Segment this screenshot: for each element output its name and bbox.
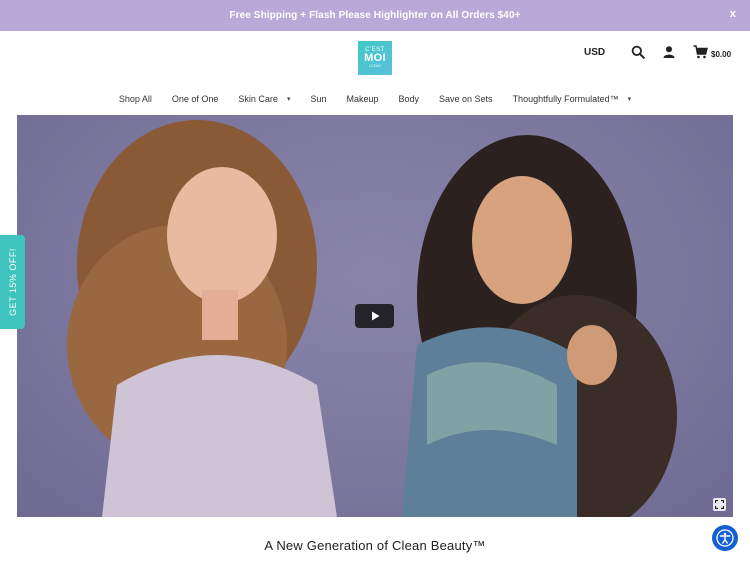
announcement-bar: Free Shipping + Flash Please Highlighter… [0,0,750,31]
nav-item-thoughtfully-formulated[interactable]: Thoughtfully Formulated™ ▾ [513,94,632,104]
nav-label: Skin Care [238,94,278,104]
discount-side-tab[interactable]: GET 15% OFF! [0,235,25,329]
play-button[interactable] [355,304,394,328]
nav-label: Thoughtfully Formulated™ [512,94,619,104]
nav-label: One of One [171,94,219,104]
accessibility-button[interactable] [712,525,738,551]
accessibility-icon [716,529,734,547]
brand-logo[interactable]: C'EST MOI CLEAN [358,41,392,75]
nav-label: Sun [310,94,327,104]
currency-selector[interactable]: USD [584,47,605,58]
nav-item-save-on-sets[interactable]: Save on Sets [439,94,493,104]
search-icon[interactable] [631,45,645,59]
nav-label: Shop All [118,94,152,104]
fullscreen-icon[interactable] [713,498,726,511]
hero-headline: A New Generation of Clean Beauty™ [264,538,486,553]
announcement-text: Free Shipping + Flash Please Highlighter… [229,10,521,21]
nav-label: Makeup [346,94,379,104]
main-navigation: Shop All One of One Skin Care ▾ Sun Makeu… [0,90,750,108]
play-icon [371,311,379,321]
logo-line-3: CLEAN [369,64,381,69]
cart-total[interactable]: $0.00 [711,50,731,59]
nav-item-body[interactable]: Body [399,94,420,104]
nav-item-sun[interactable]: Sun [310,94,326,104]
user-icon[interactable] [662,45,676,59]
chevron-down-icon: ▾ [627,96,632,103]
discount-tab-label: GET 15% OFF! [7,248,18,316]
nav-label: Save on Sets [439,94,493,104]
nav-item-skin-care[interactable]: Skin Care ▾ [238,94,290,104]
nav-label: Body [398,94,420,104]
nav-item-makeup[interactable]: Makeup [346,94,378,104]
cart-icon[interactable] [693,45,708,59]
chevron-down-icon: ▾ [286,96,291,103]
close-announcement-button[interactable]: x [730,8,736,20]
nav-item-shop-all[interactable]: Shop All [119,94,152,104]
logo-line-2: MOI [364,52,386,65]
nav-item-one-of-one[interactable]: One of One [172,94,219,104]
